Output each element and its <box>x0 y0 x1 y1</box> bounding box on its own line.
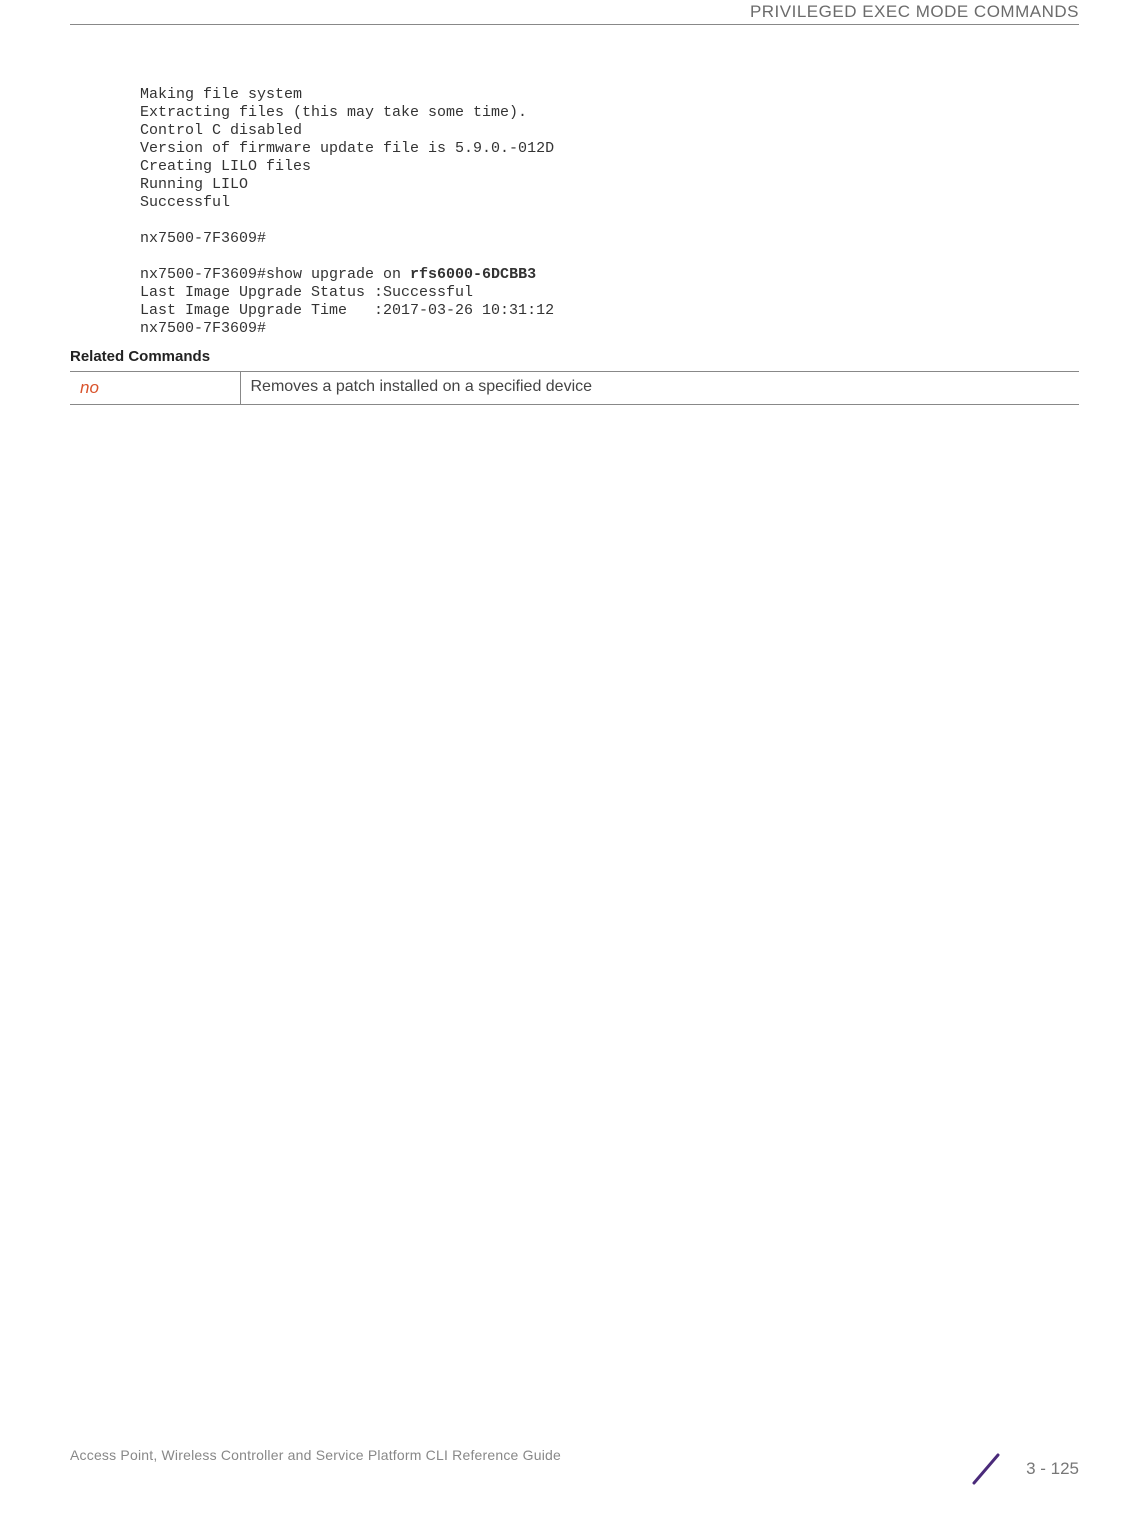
table-row: no Removes a patch installed on a specif… <box>70 372 1079 405</box>
code-line: Successful <box>140 194 230 211</box>
terminal-output: Making file system Extracting files (thi… <box>140 86 1079 338</box>
code-line: Last Image Upgrade Status :Successful <box>140 284 473 301</box>
related-commands-table: no Removes a patch installed on a specif… <box>70 371 1079 405</box>
page-number: 3 - 125 <box>1026 1459 1079 1479</box>
page-footer: Access Point, Wireless Controller and Se… <box>70 1447 1079 1487</box>
header-rule <box>70 24 1079 25</box>
code-line: Extracting files (this may take some tim… <box>140 104 527 121</box>
code-line: Last Image Upgrade Time :2017-03-26 10:3… <box>140 302 554 319</box>
code-line: Making file system <box>140 86 302 103</box>
code-line: Control C disabled <box>140 122 302 139</box>
code-line: nx7500-7F3609#show upgrade on <box>140 266 410 283</box>
related-command-description: Removes a patch installed on a specified… <box>240 372 1079 405</box>
code-line: Creating LILO files <box>140 158 311 175</box>
related-commands-heading: Related Commands <box>70 348 1079 365</box>
footer-divider-icon <box>968 1451 1004 1487</box>
code-bold-hostname: rfs6000-6DCBB3 <box>410 266 536 283</box>
related-command-name[interactable]: no <box>70 372 240 405</box>
code-line: Running LILO <box>140 176 248 193</box>
code-line: Version of firmware update file is 5.9.0… <box>140 140 554 157</box>
footer-guide-title: Access Point, Wireless Controller and Se… <box>70 1447 1079 1463</box>
code-line: nx7500-7F3609# <box>140 230 266 247</box>
code-line: nx7500-7F3609# <box>140 320 266 337</box>
page-header-title: PRIVILEGED EXEC MODE COMMANDS <box>750 2 1079 22</box>
